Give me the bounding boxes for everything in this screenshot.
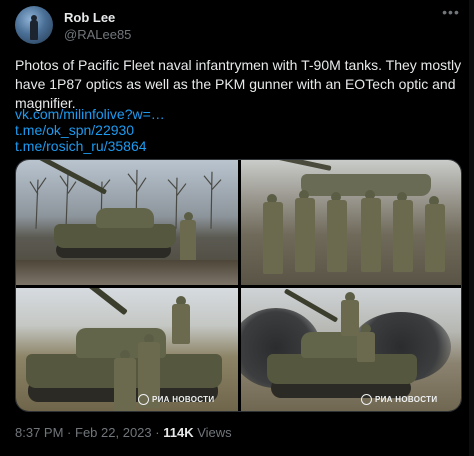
author-handle[interactable]: @RALee85 [64,27,131,42]
soldier [263,202,283,274]
ria-logo-icon [361,394,372,405]
tweet-text: Photos of Pacific Fleet naval infantryme… [15,57,462,111]
views-label: Views [197,425,232,440]
tweet-card: Rob Lee @RALee85 ••• Photos of Pacific F… [0,0,474,456]
tank-barrel [61,288,128,316]
scrollbar[interactable] [469,0,474,456]
soldier [425,204,445,272]
link-vk[interactable]: vk.com/milinfolive?w=… [15,106,165,122]
tank-barrel [262,160,332,171]
link-telegram-rosich[interactable]: t.me/rosich_ru/35864 [15,138,165,154]
meta-separator: · [67,425,72,440]
tweet-time[interactable]: 8:37 PM [15,425,63,440]
watermark: РИА НОВОСТИ [361,394,437,405]
avatar-figure-body [30,20,38,40]
watermark: РИА НОВОСТИ [138,394,214,405]
photo-1-tank-field[interactable] [16,160,238,285]
ria-logo-icon [138,394,149,405]
photo-4-tank-smoke[interactable]: РИА НОВОСТИ [241,288,461,411]
tweet-links: vk.com/milinfolive?w=… t.me/ok_spn/22930… [15,106,165,154]
soldier [114,358,136,411]
tank-turret [96,208,154,228]
muddy-ground [16,260,238,285]
soldier [295,198,315,272]
meta-separator: · [155,425,160,440]
soldier [341,300,359,336]
link-telegram-ok-spn[interactable]: t.me/ok_spn/22930 [15,122,165,138]
soldier [327,200,347,272]
more-dots-icon[interactable]: ••• [438,4,464,24]
soldier [393,200,413,272]
soldier [361,198,381,272]
tweet-date[interactable]: Feb 22, 2023 [75,425,152,440]
views-count[interactable]: 114K [163,425,193,440]
author-name[interactable]: Rob Lee [64,10,115,25]
media-grid: РИА НОВОСТИ РИА НОВОСТИ [15,159,462,412]
soldier [357,332,375,362]
photo-2-soldiers-group[interactable] [241,160,461,285]
photo-3-tank-crew[interactable]: РИА НОВОСТИ [16,288,238,411]
tweet-meta: 8:37 PM · Feb 22, 2023 · 114K Views [15,425,232,440]
tank-hull [267,354,417,384]
soldier [172,304,190,344]
avatar[interactable] [15,6,53,44]
